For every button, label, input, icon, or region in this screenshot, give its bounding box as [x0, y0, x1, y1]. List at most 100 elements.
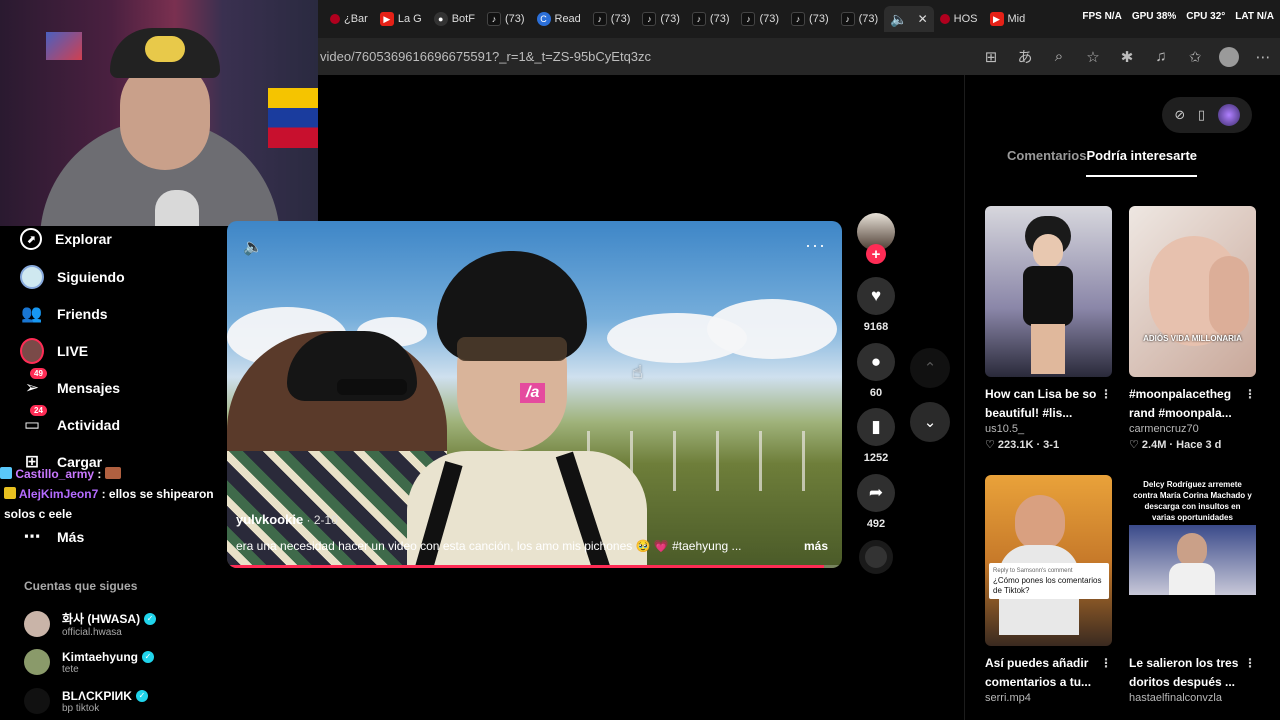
card-author[interactable]: carmencruz70	[1129, 423, 1256, 435]
recommended-video-card[interactable]: Reply to Samsonn's comment ¿Cómo pones l…	[985, 475, 1112, 704]
account-handle: official.hwasa	[62, 627, 122, 638]
wall-poster	[46, 32, 82, 60]
more-vertical-icon[interactable]: ⋮	[1100, 654, 1112, 673]
device-icon[interactable]: ▯	[1198, 107, 1205, 123]
zoom-icon[interactable]: ⌕	[1042, 38, 1076, 75]
browser-tab[interactable]: ♪ (73)	[686, 6, 736, 32]
comment-bubble-text: ¿Cómo pones los comentarios de Tiktok?	[993, 576, 1102, 595]
browser-tab[interactable]: ♪ (73)	[587, 6, 637, 32]
save-action[interactable]: ▮ 1252	[857, 408, 895, 464]
browser-tab[interactable]: ♪ (73)	[735, 6, 785, 32]
translate-icon[interactable]: あ	[1008, 38, 1042, 75]
browser-tab[interactable]: ¿Bar	[324, 6, 374, 32]
more-vertical-icon[interactable]: ⋮	[1244, 385, 1256, 404]
card-title[interactable]: Le salieron los tres doritos después ...…	[1129, 654, 1256, 692]
bookmark-icon[interactable]: ▮	[857, 408, 895, 446]
browser-tab[interactable]: ♪ (73)	[481, 6, 531, 32]
card-title[interactable]: How can Lisa be so beautiful! #lis... ⋮	[985, 385, 1112, 423]
browser-tab-strip: ¿Bar ▶ La G ● BotF ♪ (73) C Read ♪ (73) ♪ (73)…	[318, 0, 1280, 38]
tab-you-may-like[interactable]: Podría interesarte	[1086, 148, 1198, 177]
recommended-video-card[interactable]: How can Lisa be so beautiful! #lis... ⋮ u…	[985, 206, 1112, 451]
tab-comments[interactable]: Comentarios	[1007, 148, 1086, 177]
video-author[interactable]: yulvkookie · 2-10	[236, 512, 338, 527]
previous-video-button[interactable]: ⌃	[910, 348, 950, 388]
nav-messages[interactable]: ➢ 49 Mensajes	[20, 368, 120, 400]
more-options-icon[interactable]: ···	[805, 235, 826, 256]
heart-icon[interactable]: ♥	[857, 277, 895, 315]
nav-live[interactable]: LIVE	[20, 338, 89, 364]
nav-label: LIVE	[57, 343, 89, 359]
comment-icon[interactable]: ●	[857, 343, 895, 381]
speaker-icon[interactable]: 🔈	[890, 11, 907, 28]
more-vertical-icon[interactable]: ⋮	[1244, 654, 1256, 673]
video-progress-bar[interactable]	[227, 565, 842, 568]
tiktok-icon: ♪	[592, 12, 607, 26]
video-description: era una necesidad hacer un video con est…	[236, 539, 742, 553]
browser-tab[interactable]: ▶ Mid	[984, 6, 1032, 32]
app-available-icon[interactable]: ⊞	[974, 38, 1008, 75]
cpu-readout: CPU 32°	[1186, 11, 1226, 22]
card-author[interactable]: serri.mp4	[985, 692, 1112, 704]
close-tab-icon[interactable]: ✕	[918, 12, 928, 26]
recommended-video-card[interactable]: Delcy Rodríguez arremete contra María Co…	[1129, 475, 1256, 704]
menu-icon[interactable]: ⋯	[1246, 38, 1280, 75]
account-item[interactable]: BLΛCKPIИK ✓ bp tiktok	[24, 688, 148, 714]
browser-tab[interactable]: HOS	[934, 6, 984, 32]
volume-icon[interactable]: 🔈	[243, 237, 265, 259]
favorite-star-icon[interactable]: ☆	[1076, 38, 1110, 75]
profile-icon[interactable]	[1212, 38, 1246, 75]
card-author[interactable]: us10.5_	[985, 423, 1112, 435]
nav-friends[interactable]: 👥 Friends	[20, 302, 107, 326]
user-avatar[interactable]	[1217, 104, 1240, 126]
video-thumbnail[interactable]	[985, 206, 1112, 377]
comment-action[interactable]: ● 60	[857, 343, 895, 399]
address-bar: video/7605369616696675591?_r=1&_t=ZS-95b…	[318, 38, 1280, 75]
nav-more[interactable]: ⋯ Más	[20, 525, 85, 549]
share-count: 492	[866, 518, 886, 530]
comment-count: 60	[869, 387, 883, 399]
thumbnail-figure	[1023, 266, 1073, 326]
share-action[interactable]: ➦ 492	[857, 474, 895, 530]
thumbnail-figure	[1177, 533, 1207, 567]
extensions-icon[interactable]: ✱	[1110, 38, 1144, 75]
video-thumbnail[interactable]: Reply to Samsonn's comment ¿Cómo pones l…	[985, 475, 1112, 646]
save-count: 1252	[863, 452, 889, 464]
panel-toolbar: ⊘ ▯	[1162, 97, 1252, 133]
browser-tab[interactable]: C Read	[531, 6, 587, 32]
author-handle[interactable]: yulvkookie	[236, 512, 303, 527]
youtube-icon: ▶	[379, 12, 394, 26]
browser-tab[interactable]: ♪ (73)	[636, 6, 686, 32]
browser-tab[interactable]: ● BotF	[428, 6, 481, 32]
card-title[interactable]: #moonpalacetheg rand #moonpala... ⋮	[1129, 385, 1256, 423]
account-item[interactable]: 화사 (HWASA) ✓ official.hwasa	[24, 610, 157, 638]
music-disc-icon[interactable]	[859, 540, 893, 574]
coins-icon[interactable]: ⊘	[1174, 107, 1185, 123]
share-icon[interactable]: ➦	[857, 474, 895, 512]
card-title[interactable]: Así puedes añadir comentarios a tu... ⋮	[985, 654, 1112, 692]
card-author[interactable]: hastaelfinalconvzla	[1129, 692, 1256, 704]
video-thumbnail[interactable]: ADIÓS VIDA MILLONARIA	[1129, 206, 1256, 377]
nav-activity[interactable]: ▭ 24 Actividad	[20, 405, 120, 437]
nav-following[interactable]: Siguiendo	[20, 265, 125, 289]
expand-description-button[interactable]: más	[804, 539, 828, 553]
nav-explore[interactable]: ⬈ Explorar	[20, 228, 112, 250]
like-action[interactable]: ♥ 9168	[857, 277, 895, 333]
browser-tab[interactable]: ♪ (73)	[835, 6, 885, 32]
recommended-video-card[interactable]: ADIÓS VIDA MILLONARIA #moonpalacetheg ra…	[1129, 206, 1256, 451]
media-icon[interactable]: ♫	[1144, 38, 1178, 75]
video-thumbnail[interactable]: Delcy Rodríguez arremete contra María Co…	[1129, 475, 1256, 646]
browser-tab[interactable]: ▶ La G	[374, 6, 428, 32]
favorites-icon[interactable]: ✩	[1178, 38, 1212, 75]
next-video-button[interactable]: ⌄	[910, 402, 950, 442]
url-field[interactable]: video/7605369616696675591?_r=1&_t=ZS-95b…	[318, 49, 974, 64]
verified-icon: ✓	[135, 689, 148, 702]
browser-tab[interactable]: ♪ (73)	[785, 6, 835, 32]
card-meta: ♡ 223.1K · 3-1	[985, 439, 1060, 451]
account-item[interactable]: Kimtaehyung ✓ tete	[24, 649, 155, 675]
follow-plus-icon[interactable]: +	[866, 244, 886, 264]
active-tab[interactable]: 🔈 ✕	[884, 6, 934, 32]
cloud	[707, 299, 837, 359]
more-vertical-icon[interactable]: ⋮	[1100, 385, 1112, 404]
video-player[interactable]: /a 🔈 ··· yulvkookie · 2-10 era una neces…	[227, 221, 842, 568]
messages-icon: ➢ 49	[20, 368, 47, 400]
